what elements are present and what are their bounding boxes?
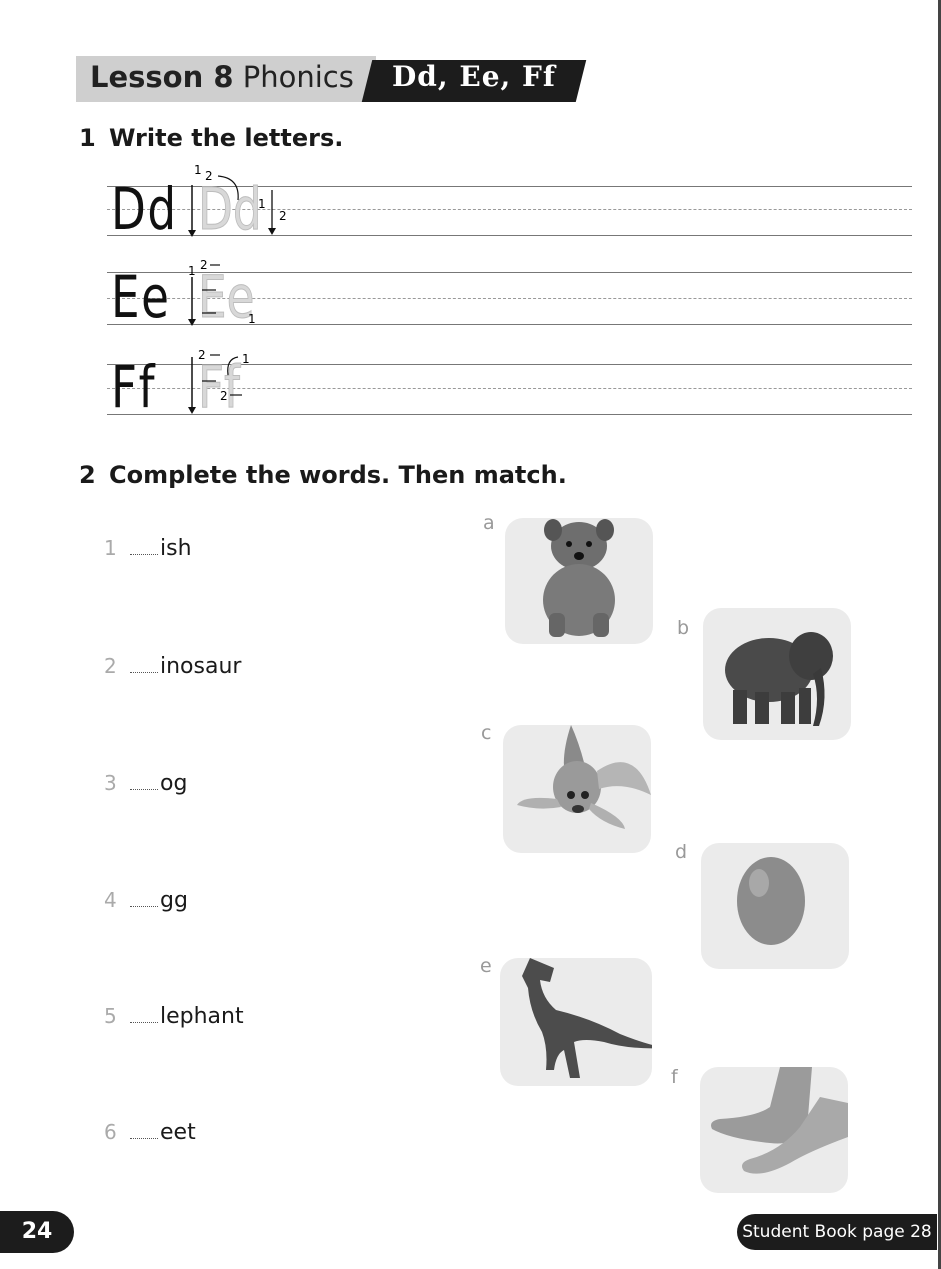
svg-text:2: 2 <box>198 348 206 362</box>
letter-blank[interactable] <box>130 888 158 907</box>
letter-blank[interactable] <box>130 536 158 555</box>
word-stem: eet <box>160 1120 196 1145</box>
svg-text:2: 2 <box>220 389 228 403</box>
lesson-number: Lesson 8 <box>90 60 234 94</box>
picture-label-e: e <box>480 955 492 977</box>
exercise-2-instruction: Complete the words. Then match. <box>109 461 567 489</box>
picture-e[interactable] <box>500 958 652 1086</box>
letter-blank[interactable] <box>130 1120 158 1139</box>
svg-text:1: 1 <box>242 352 250 366</box>
exercise-2-title: 2 Complete the words. Then match. <box>79 461 567 489</box>
svg-text:2: 2 <box>200 258 208 272</box>
exercise-1-title: 1 Write the letters. <box>79 124 343 152</box>
picture-a[interactable] <box>505 518 653 644</box>
word-number: 4 <box>104 888 117 912</box>
stroke-number: 2 <box>205 169 213 183</box>
lesson-topic: Phonics <box>242 60 354 94</box>
exercise-1-instruction: Write the letters. <box>109 124 344 152</box>
letter-blank[interactable] <box>130 1004 158 1023</box>
letter-blank[interactable] <box>130 771 158 790</box>
svg-text:2: 2 <box>279 209 287 223</box>
word-item-2: 2 inosaur <box>104 654 241 679</box>
stroke-order-arrows-f: 2 1 2 <box>188 348 250 414</box>
dog-icon <box>543 519 615 637</box>
student-book-reference[interactable]: Student Book page 28 <box>737 1214 937 1250</box>
picture-label-d: d <box>675 841 688 863</box>
picture-label-c: c <box>481 722 492 744</box>
word-item-3: 3 og <box>104 771 187 796</box>
picture-label-f: f <box>671 1066 678 1088</box>
word-item-5: 5 lephant <box>104 1004 244 1029</box>
lesson-title: Lesson 8 Phonics <box>90 60 354 94</box>
letter-blank[interactable] <box>130 654 158 673</box>
egg-icon <box>737 857 805 945</box>
word-number: 3 <box>104 771 117 795</box>
stroke-number: 1 <box>194 163 202 177</box>
dinosaur-icon <box>522 958 652 1078</box>
picture-label-a: a <box>483 512 495 534</box>
model-letters-ee: Ee <box>111 263 171 331</box>
svg-text:1: 1 <box>258 197 266 211</box>
word-item-6: 6 eet <box>104 1120 196 1145</box>
word-number: 2 <box>104 654 117 678</box>
word-number: 1 <box>104 536 117 560</box>
exercise-2-number: 2 <box>79 461 96 489</box>
word-item-1: 1 ish <box>104 536 192 561</box>
picture-label-b: b <box>677 617 690 639</box>
svg-text:1: 1 <box>248 312 256 326</box>
fish-icon <box>517 725 651 829</box>
model-letters-ff: Ff <box>111 353 157 421</box>
word-item-4: 4 gg <box>104 888 188 913</box>
svg-text:1: 1 <box>188 264 196 278</box>
elephant-icon <box>725 632 833 726</box>
picture-c[interactable] <box>503 725 651 853</box>
model-letters-dd: Dd <box>111 175 178 243</box>
stroke-order-arrows-d: 1 2 1 2 <box>188 163 287 237</box>
letters-badge-text: Dd, Ee, Ff <box>392 60 556 93</box>
word-stem: inosaur <box>160 654 242 679</box>
picture-b[interactable] <box>703 608 851 740</box>
picture-f[interactable] <box>700 1067 848 1193</box>
stroke-order-arrows-e: 1 2 1 <box>188 258 256 326</box>
word-number: 6 <box>104 1120 117 1144</box>
picture-d[interactable] <box>701 843 849 969</box>
word-stem: ish <box>160 536 192 561</box>
word-stem: gg <box>160 888 188 913</box>
feet-icon <box>711 1067 848 1174</box>
page-number-badge: 24 <box>0 1211 74 1253</box>
word-stem: lephant <box>160 1004 244 1029</box>
word-stem: og <box>160 771 188 796</box>
exercise-1-number: 1 <box>79 124 96 152</box>
word-number: 5 <box>104 1004 117 1028</box>
